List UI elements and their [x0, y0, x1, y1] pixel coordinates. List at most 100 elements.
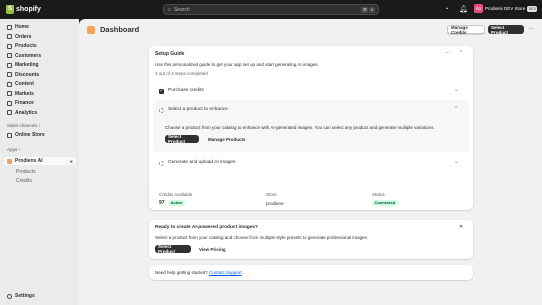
- gear-icon: [7, 293, 12, 299]
- store-icon: [7, 132, 12, 138]
- status-label: Status: [372, 192, 385, 197]
- sidebar-item-label: Customers: [15, 52, 42, 59]
- tag-icon: [7, 43, 12, 49]
- view-pricing-button[interactable]: View Pricing: [199, 247, 226, 252]
- app-logo-icon: [87, 25, 95, 34]
- contact-support-link[interactable]: Contact Support: [209, 270, 242, 275]
- sidebar-item-label: Marketing: [15, 62, 39, 68]
- sidebar-item-settings[interactable]: Settings: [4, 292, 76, 300]
- setup-guide-title: Setup Guide: [155, 51, 185, 57]
- sidebar-item-label: Online Store: [15, 132, 45, 138]
- bank-icon: [7, 100, 12, 106]
- sidebar-item-analytics[interactable]: Analytics: [4, 109, 76, 117]
- main-content: Dashboard Manage Credits Select Product …: [79, 19, 542, 305]
- sidebar-item-customers[interactable]: Customers: [4, 52, 76, 60]
- pin-icon[interactable]: ✕: [70, 159, 73, 164]
- chevron-down-icon[interactable]: ⌄: [454, 159, 458, 165]
- search-input[interactable]: ⌕ Search ⌘ K: [163, 4, 379, 15]
- chevron-down-icon[interactable]: ⌄: [454, 87, 458, 93]
- step-complete-checkbox[interactable]: [159, 88, 164, 94]
- step-generate-images[interactable]: Generate and upload AI images: [168, 160, 235, 165]
- close-icon[interactable]: ✕: [459, 224, 463, 230]
- step-incomplete-circle[interactable]: [159, 161, 164, 166]
- store-label: Store: [266, 192, 277, 197]
- apps-heading[interactable]: Apps ›: [7, 147, 20, 152]
- chart-icon: [7, 110, 12, 115]
- sidebar-subitem-products[interactable]: Products: [16, 169, 36, 175]
- sidebar-item-marketing[interactable]: Marketing: [4, 61, 76, 69]
- person-icon: [7, 53, 12, 58]
- sidebar-item-label: Content: [15, 81, 34, 87]
- orders-icon: [7, 34, 12, 39]
- credits-value: 97: [159, 200, 165, 206]
- step-purchase-credits[interactable]: Purchase credits: [168, 88, 204, 93]
- sidebar-item-label: Orders: [15, 33, 32, 40]
- promo-title: Ready to create AI-powered product image…: [155, 225, 258, 230]
- more-actions-icon[interactable]: ···: [528, 26, 534, 32]
- promo-card: Ready to create AI-powered product image…: [149, 220, 473, 259]
- step-incomplete-circle[interactable]: [159, 108, 164, 113]
- sales-channels-label: Sales channels: [7, 123, 38, 128]
- sales-channels-heading[interactable]: Sales channels ›: [7, 123, 40, 128]
- promo-select-product-button[interactable]: Select Product: [155, 244, 191, 254]
- chevron-up-icon[interactable]: ⌃: [454, 106, 458, 112]
- step-select-product-button[interactable]: Select Product: [165, 134, 199, 144]
- store-avatar: PD: [474, 4, 483, 13]
- manage-products-button[interactable]: Manage Products: [208, 137, 246, 142]
- sidebar-item-products[interactable]: Products: [4, 42, 76, 50]
- store-name: Prodiens DEV Store: [485, 6, 526, 11]
- notifications-icon[interactable]: ◔: [442, 5, 451, 14]
- sidebar-item-finance[interactable]: Finance: [4, 99, 76, 107]
- search-shortcut: ⌘ K: [361, 6, 375, 13]
- step-select-product[interactable]: Select a product to enhance: [168, 107, 228, 112]
- promo-description: Select a product from your catalog and c…: [155, 235, 369, 240]
- bell-icon[interactable]: 🔔︎: [459, 5, 468, 14]
- status-badge: Connected: [372, 200, 398, 206]
- search-placeholder: Search: [173, 6, 190, 13]
- page-header: Dashboard: [87, 25, 139, 34]
- sidebar-item-label: Settings: [15, 293, 35, 299]
- setup-progress-text: 1 out of 3 steps completed: [155, 71, 208, 76]
- setup-guide-card: Setup Guide ··· ⌃ Use this personalized …: [149, 46, 473, 196]
- sidebar-item-label: Analytics: [15, 109, 38, 116]
- sidebar-item-markets[interactable]: Markets: [4, 90, 76, 98]
- home-icon: [7, 24, 12, 30]
- search-icon: ⌕: [168, 6, 171, 13]
- apps-label: Apps: [7, 147, 18, 152]
- sidebar-item-orders[interactable]: Orders: [4, 33, 76, 41]
- logo-text: shopify: [16, 6, 41, 13]
- sidebar-item-label: Discounts: [15, 71, 40, 78]
- discount-icon: [7, 72, 12, 77]
- shopify-logo[interactable]: shopify: [6, 5, 41, 14]
- sidebar-item-content[interactable]: Content: [4, 80, 76, 88]
- help-text: Need help getting started? Contact Suppo…: [155, 270, 242, 275]
- setup-guide-description: Use this personalized guide to get your …: [155, 62, 319, 67]
- target-icon: [7, 62, 12, 68]
- credits-status-badge: Active: [168, 200, 186, 206]
- content-icon: [7, 81, 12, 87]
- cmd-key: ⌘: [361, 6, 369, 13]
- store-switcher[interactable]: PD Prodiens DEV Store DEV: [474, 4, 538, 13]
- sidebar-item-label: Prodiens AI: [15, 158, 43, 164]
- sidebar-item-discounts[interactable]: Discounts: [4, 71, 76, 79]
- dev-badge: DEV: [527, 5, 538, 12]
- help-card: Need help getting started? Contact Suppo…: [149, 265, 473, 280]
- sidebar-item-label: Markets: [15, 90, 34, 97]
- top-bar: shopify ⌕ Search ⌘ K ◔ 🔔︎ PD Prodiens DE…: [0, 0, 542, 19]
- sidebar-subitem-credits[interactable]: Credits: [16, 178, 32, 184]
- shopify-bag-icon: [6, 5, 14, 14]
- sidebar-item-home[interactable]: Home: [4, 23, 76, 31]
- page-title: Dashboard: [100, 25, 140, 34]
- sidebar-item-online-store[interactable]: Online Store: [4, 131, 76, 139]
- dismiss-icon[interactable]: ···: [445, 50, 450, 56]
- chevron-up-icon[interactable]: ⌃: [459, 50, 463, 56]
- stats-card: Credits Available 97 Active Store prodie…: [149, 187, 473, 210]
- manage-credits-button[interactable]: Manage Credits: [447, 25, 485, 35]
- sidebar-item-label: Finance: [15, 100, 34, 106]
- credits-label: Credits Available: [159, 192, 193, 197]
- step-description: Choose a product from your catalog to en…: [165, 125, 435, 130]
- sidebar-item-prodiens-ai[interactable]: Prodiens AI ✕: [4, 157, 76, 165]
- k-key: K: [369, 6, 375, 13]
- select-product-button[interactable]: Select Product: [488, 25, 524, 35]
- app-icon: [7, 158, 12, 164]
